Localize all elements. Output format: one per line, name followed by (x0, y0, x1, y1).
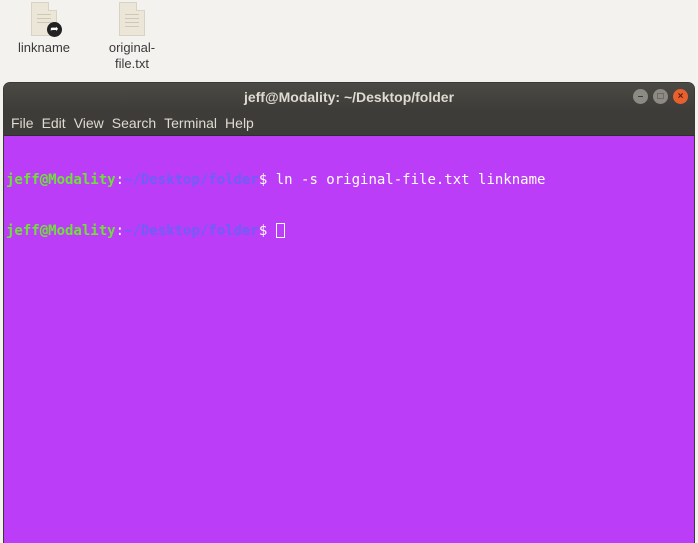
prompt-separator: : (115, 223, 125, 239)
prompt-symbol: $ (258, 223, 276, 239)
menu-help[interactable]: Help (222, 115, 259, 131)
minimize-button[interactable]: – (633, 89, 648, 104)
prompt-separator: : (115, 172, 125, 188)
menu-view[interactable]: View (71, 115, 109, 131)
prompt-path: ~/Desktop/folder (124, 223, 259, 239)
desktop-icon-original-file[interactable]: original- file.txt (94, 0, 170, 72)
terminal-line: jeff@Modality:~/Desktop/folder$ (6, 223, 692, 240)
text-file-icon (119, 2, 145, 36)
text-cursor (275, 223, 285, 238)
link-arrow-icon: ➦ (47, 22, 62, 37)
menu-file[interactable]: File (8, 115, 39, 131)
terminal-window: jeff@Modality: ~/Desktop/folder – □ × Fi… (4, 83, 694, 543)
symlink-file-icon: ➦ (31, 2, 62, 37)
terminal-line: jeff@Modality:~/Desktop/folder$ ln -s or… (6, 172, 692, 189)
window-title: jeff@Modality: ~/Desktop/folder (243, 89, 455, 105)
maximize-button[interactable]: □ (653, 89, 668, 104)
menu-edit[interactable]: Edit (39, 115, 71, 131)
terminal-output[interactable]: jeff@Modality:~/Desktop/folder$ ln -s or… (4, 136, 694, 276)
prompt-path: ~/Desktop/folder (124, 172, 259, 188)
prompt-user: jeff@Modality (6, 172, 116, 188)
desktop-icon-label: original- file.txt (108, 40, 156, 71)
title-bar[interactable]: jeff@Modality: ~/Desktop/folder – □ × (4, 83, 694, 111)
desktop-icon-linkname[interactable]: ➦ linkname (6, 0, 82, 56)
menu-bar: File Edit View Search Terminal Help (4, 111, 694, 136)
menu-search[interactable]: Search (109, 115, 161, 131)
close-button[interactable]: × (673, 89, 688, 104)
prompt-user: jeff@Modality (6, 223, 116, 239)
desktop-icon-label: linkname (17, 40, 71, 55)
menu-terminal[interactable]: Terminal (161, 115, 222, 131)
command-text: ln -s original-file.txt linkname (275, 172, 546, 188)
prompt-symbol: $ (258, 172, 276, 188)
